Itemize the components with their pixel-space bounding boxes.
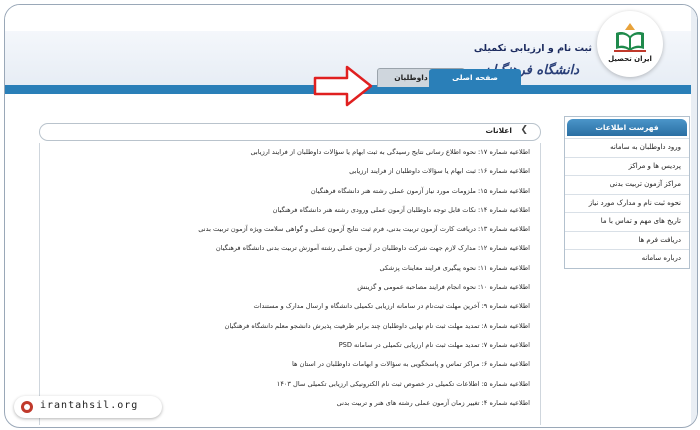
announcement-item[interactable]: اطلاعیه شماره ۱۴: نکات قابل توجه داوطلبا… <box>40 201 540 220</box>
announcements-header[interactable]: ❮ اعلانات <box>39 123 541 141</box>
red-arrow-icon <box>313 65 373 107</box>
announcements-list: اطلاعیه شماره ۱۷: نحوه اطلاع رسانی نتایج… <box>39 143 541 425</box>
site-url-badge: irantahsil.org <box>14 396 162 418</box>
sidebar-item-pe-exam-centers[interactable]: مراکز آزمون تربیت بدنی <box>565 175 689 194</box>
logo-text: ایران تحصیل <box>608 55 652 63</box>
announcement-item[interactable]: اطلاعیه شماره ۷: تمدید مهلت ثبت نام ارزی… <box>40 336 540 355</box>
announcement-item[interactable]: اطلاعیه شماره ۱۰: نحوه انجام فرایند مصاح… <box>40 278 540 297</box>
book-logo-icon <box>614 23 646 52</box>
announcement-item[interactable]: اطلاعیه شماره ۱۶: ثبت ابهام یا سؤالات دا… <box>40 162 540 181</box>
sidebar-item-about[interactable]: درباره سامانه <box>565 249 689 268</box>
scrollbar-track[interactable] <box>691 5 697 427</box>
sidebar-item-candidate-login[interactable]: ورود داوطلبان به سامانه <box>565 138 689 157</box>
sidebar-item-campuses[interactable]: پردیس ها و مراکز <box>565 156 689 176</box>
announcement-item[interactable]: اطلاعیه شماره ۵: اطلاعات تکمیلی در خصوص … <box>40 375 540 394</box>
announcement-item[interactable]: اطلاعیه شماره ۱۵: ملزومات مورد نیاز آزمو… <box>40 182 540 201</box>
sidebar-item-registration-docs[interactable]: نحوه ثبت نام و مدارک مورد نیاز <box>565 193 689 213</box>
announcements-title: اعلانات <box>485 126 512 135</box>
tab-home[interactable]: صفحه اصلی <box>429 69 521 87</box>
site-title: ثبت نام و ارزیابی تکمیلی <box>473 43 592 54</box>
announcement-item[interactable]: اطلاعیه شماره ۱۷: نحوه اطلاع رسانی نتایج… <box>40 143 540 162</box>
announcement-item[interactable]: اطلاعیه شماره ۱۱: نحوه پیگیری فرایند معا… <box>40 259 540 278</box>
sidebar-title: فهرست اطلاعات <box>567 119 687 136</box>
sidebar-menu: فهرست اطلاعات ورود داوطلبان به سامانه پر… <box>564 116 690 269</box>
announcement-item[interactable]: اطلاعیه شماره ۹: آخرین مهلت ثبت‌نام در س… <box>40 297 540 316</box>
announcement-item[interactable]: اطلاعیه شماره ۱۲: مدارک لازم جهت شرکت دا… <box>40 239 540 258</box>
top-strip <box>5 5 697 31</box>
chevron-left-icon: ❮ <box>520 125 528 135</box>
announcement-item[interactable]: اطلاعیه شماره ۶: مراکز تماس و پاسخگویی ب… <box>40 355 540 374</box>
site-url: irantahsil.org <box>40 400 139 411</box>
sidebar-item-forms[interactable]: دریافت فرم ها <box>565 230 689 250</box>
announcement-item[interactable]: اطلاعیه شماره ۸: تمدید مهلت ثبت نام نهای… <box>40 317 540 336</box>
announcement-item[interactable]: اطلاعیه شماره ۱۳: دریافت کارت آزمون تربی… <box>40 220 540 239</box>
sidebar-item-dates-contact[interactable]: تاریخ های مهم و تماس با ما <box>565 212 689 231</box>
globe-icon <box>21 401 33 413</box>
irantahsil-logo: ایران تحصیل <box>597 11 663 77</box>
browser-frame: ثبت نام و ارزیابی تکمیلی دانشگاه فرهنگیا… <box>4 4 698 428</box>
